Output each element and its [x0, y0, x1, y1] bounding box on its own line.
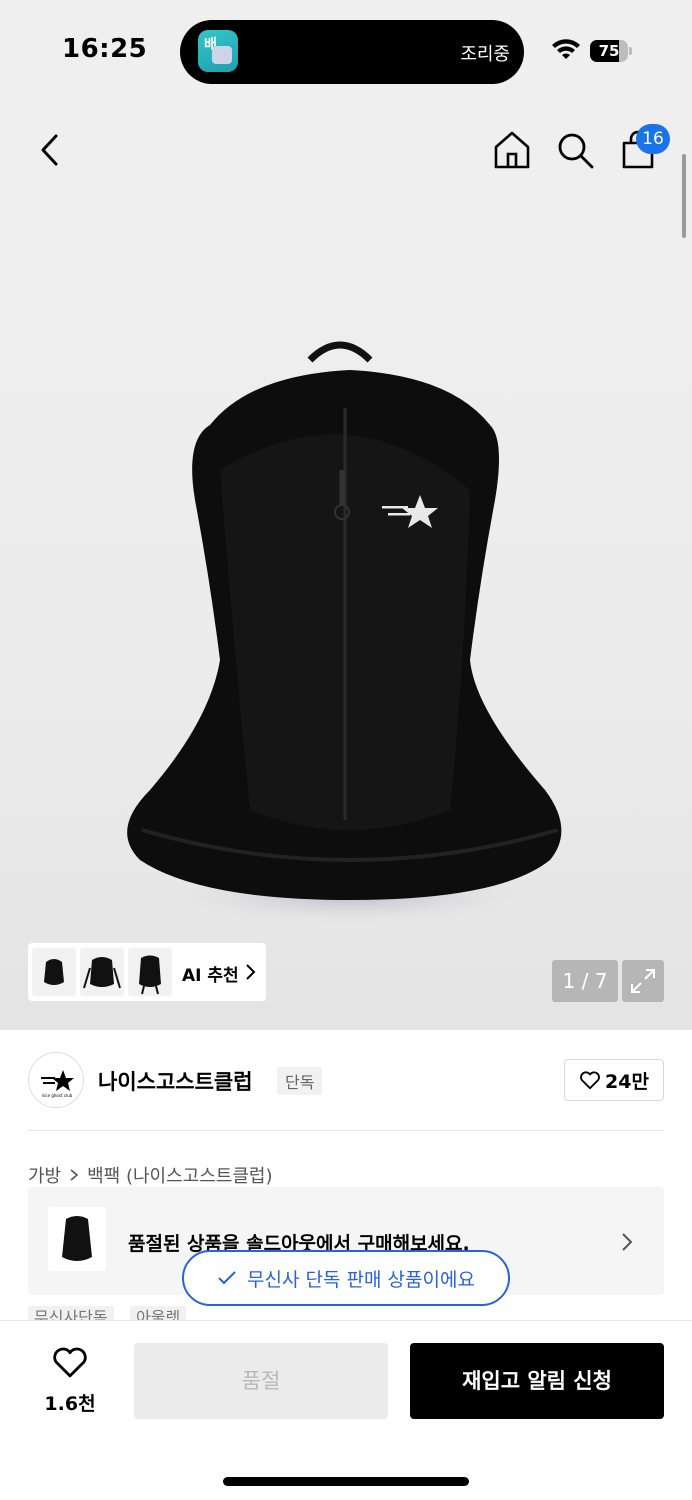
breadcrumb-item-backpack[interactable]: 백팩 (나이스고스트클럽)	[87, 1162, 272, 1188]
thumbnail-3[interactable]	[128, 948, 172, 996]
wifi-icon	[552, 39, 580, 59]
soldout-banner-image	[48, 1207, 106, 1271]
thumbnail-2[interactable]	[80, 948, 124, 996]
brand-logo-mark: nice ghost club	[41, 1070, 74, 1098]
exclusive-badge: 단독	[277, 1067, 323, 1095]
expand-image-button[interactable]	[622, 960, 664, 1002]
soldout-button[interactable]: 품절	[134, 1343, 388, 1419]
cart-count-badge: 16	[636, 124, 670, 154]
wishlist-count: 1.6천	[44, 1393, 96, 1415]
expand-icon	[631, 969, 655, 993]
heart-icon	[580, 1071, 600, 1090]
scrollbar[interactable]	[682, 154, 686, 238]
chevron-right-icon	[246, 964, 256, 980]
bottom-action-bar: 1.6천 품절 재입고 알림 신청	[0, 1320, 692, 1500]
battery-percent: 75	[598, 42, 620, 60]
chevron-left-icon	[41, 134, 58, 166]
home-indicator[interactable]	[223, 1477, 469, 1486]
image-page-indicator: 1 / 7	[552, 960, 618, 1002]
back-button[interactable]	[28, 128, 72, 172]
home-icon	[494, 131, 530, 169]
heart-icon	[53, 1347, 87, 1378]
wishlist-button[interactable]: 1.6천	[30, 1345, 110, 1425]
breadcrumb-item-bag[interactable]: 가방	[28, 1162, 61, 1188]
chevron-right-icon	[622, 1233, 633, 1251]
restock-alert-button[interactable]: 재입고 알림 신청	[410, 1343, 664, 1419]
brand-like-count: 24만	[605, 1070, 649, 1093]
exclusive-toast: 무신사 단독 판매 상품이에요	[182, 1250, 510, 1306]
status-bar: 16:25 배 조리중 75	[0, 0, 692, 100]
delivery-app-icon: 배	[198, 30, 238, 72]
search-icon	[558, 133, 594, 169]
status-time: 16:25	[62, 34, 148, 64]
ai-recommend-label[interactable]: AI 추천	[182, 961, 239, 986]
battery-icon: 75	[590, 40, 632, 62]
home-button[interactable]	[490, 128, 534, 172]
product-gallery[interactable]: 16 AI 추천 1 / 7	[0, 100, 692, 1030]
dynamic-island[interactable]: 배 조리중	[180, 20, 524, 84]
product-image	[127, 341, 562, 925]
toast-text: 무신사 단독 판매 상품이에요	[247, 1268, 475, 1291]
breadcrumb: 가방 백팩 (나이스고스트클럽)	[28, 1162, 273, 1188]
search-button[interactable]	[553, 128, 597, 172]
chevron-right-icon	[70, 1169, 79, 1181]
thumbnail-1[interactable]	[32, 948, 76, 996]
brand-name[interactable]: 나이스고스트클럽	[98, 1066, 253, 1096]
divider	[28, 1130, 664, 1131]
brand-logo[interactable]: nice ghost club	[28, 1052, 84, 1108]
island-status-text: 조리중	[460, 44, 510, 65]
brand-logo-text: nice ghost club	[42, 1093, 73, 1098]
check-icon	[218, 1271, 236, 1285]
thumbnail-strip[interactable]: AI 추천	[28, 943, 266, 1001]
brand-like-button[interactable]: 24만	[564, 1059, 664, 1101]
